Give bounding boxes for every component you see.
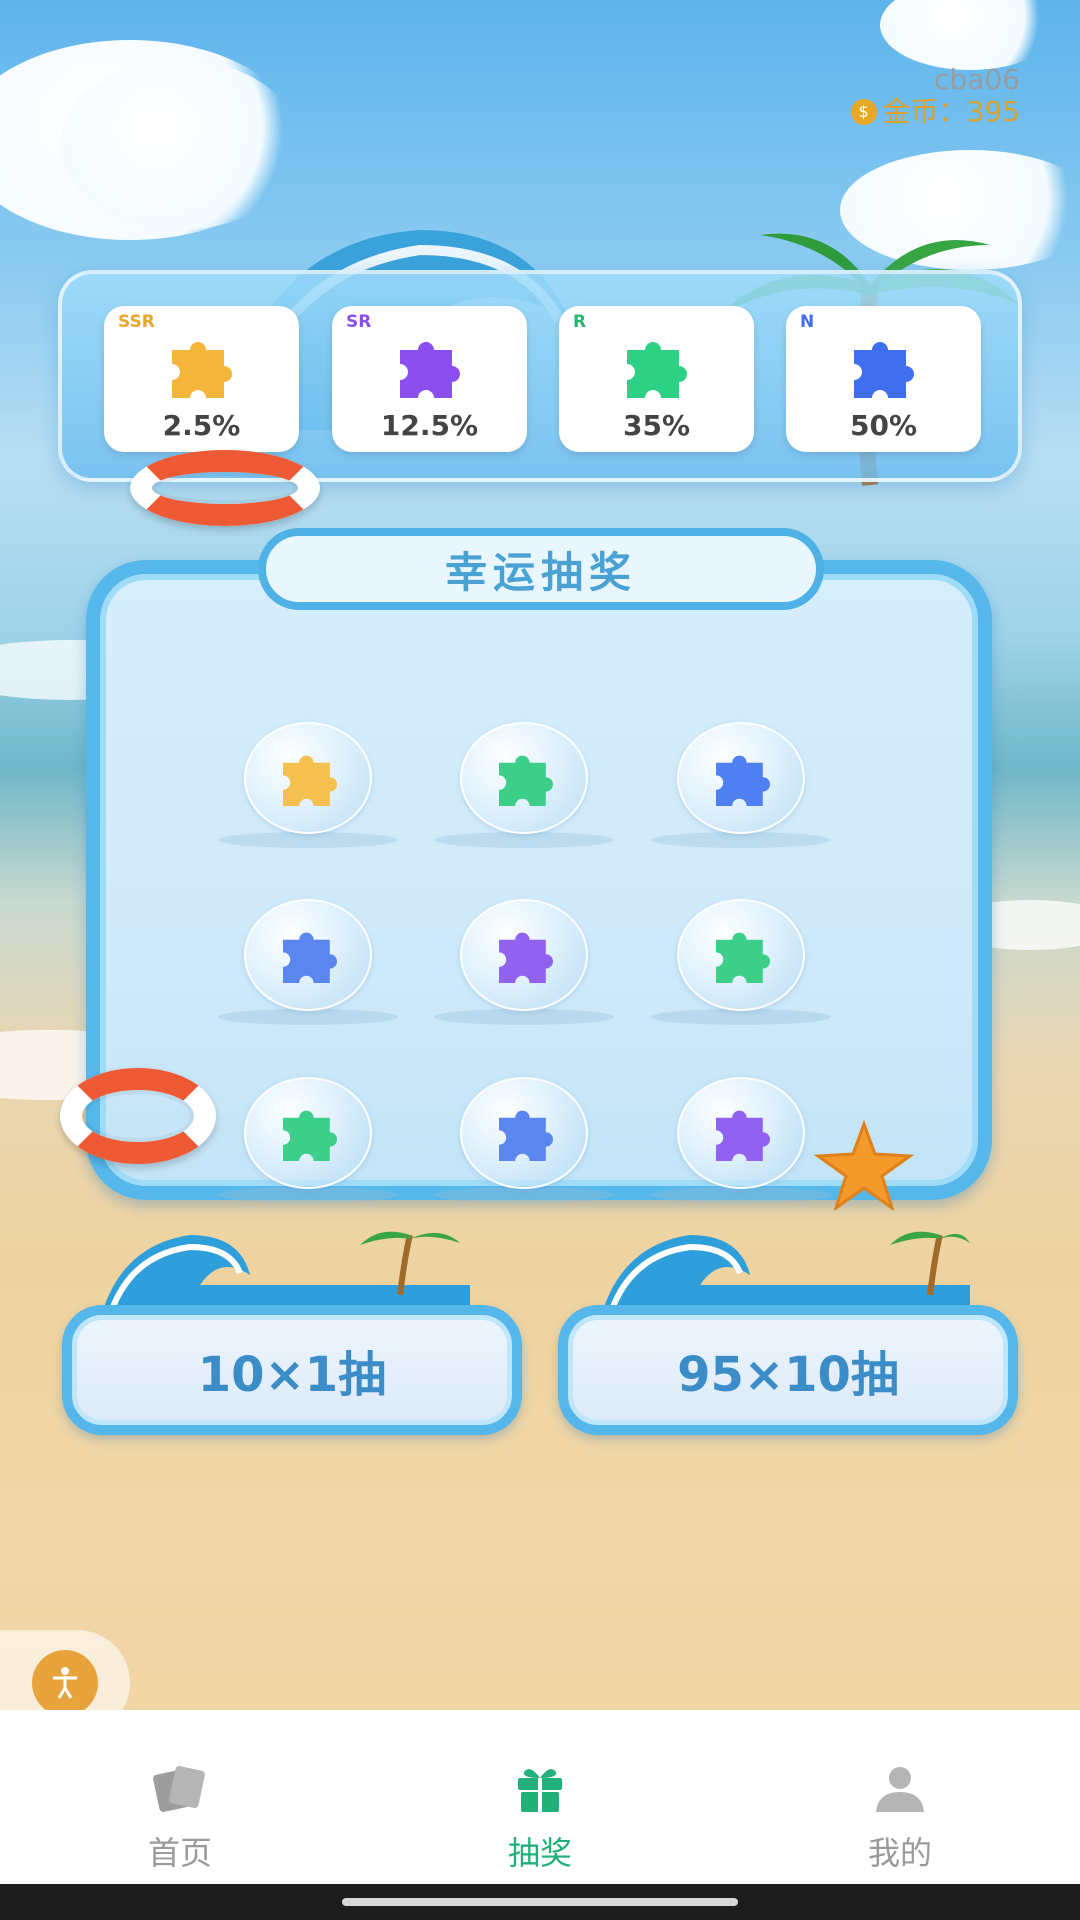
bubble-shadow xyxy=(434,832,614,848)
puzzle-piece-icon xyxy=(854,342,914,398)
puzzle-piece-icon xyxy=(283,1110,337,1161)
user-icon xyxy=(876,1767,924,1812)
puzzle-piece-icon xyxy=(627,342,687,398)
prize-bubble xyxy=(677,722,805,834)
prize-bubble xyxy=(244,722,372,834)
rate-tier: SSR xyxy=(118,312,155,332)
money-bag-icon: $ xyxy=(850,99,877,125)
rate-value: 2.5% xyxy=(162,409,241,442)
puzzle-piece-icon xyxy=(283,932,337,983)
bubble-shadow xyxy=(434,1187,614,1203)
puzzle-piece-icon xyxy=(499,1110,553,1161)
rate-card-n: N 50% xyxy=(786,306,981,452)
puzzle-piece-icon xyxy=(400,342,460,398)
rate-card-sr: SR 12.5% xyxy=(332,306,527,452)
draw-once-button[interactable]: 10×1抽 xyxy=(62,1305,522,1435)
prize-bubble xyxy=(677,1077,805,1189)
prize-bubble xyxy=(460,899,588,1011)
rate-value: 50% xyxy=(849,409,918,442)
cloud xyxy=(880,0,1060,70)
person-icon xyxy=(53,1667,77,1699)
rate-card-r: R 35% xyxy=(559,306,754,452)
rate-value: 35% xyxy=(622,409,691,442)
tab-draw-label: 抽奖 xyxy=(507,1834,572,1872)
rate-tier: R xyxy=(573,312,587,332)
username: cba06 xyxy=(934,63,1020,96)
prize-bubble xyxy=(460,722,588,834)
draw-ten-button[interactable]: 95×10抽 xyxy=(558,1305,1018,1435)
puzzle-piece-icon xyxy=(716,755,770,806)
home-indicator[interactable] xyxy=(342,1898,738,1906)
puzzle-piece-icon xyxy=(499,755,553,806)
bubble-shadow xyxy=(218,832,398,848)
prize-bubble xyxy=(460,1077,588,1189)
puzzle-piece-icon xyxy=(283,755,337,806)
puzzle-piece-icon xyxy=(716,932,770,983)
prize-bubble xyxy=(677,899,805,1011)
starfish-decoration xyxy=(814,1120,914,1210)
coin-balance-label: 金币：395 xyxy=(882,95,1020,128)
puzzle-piece-icon xyxy=(716,1110,770,1161)
bubble-shadow xyxy=(218,1187,398,1203)
tab-mine-label: 我的 xyxy=(867,1834,932,1872)
prize-bubble xyxy=(244,1077,372,1189)
bubble-shadow xyxy=(218,1009,398,1025)
coin-balance: $ 金币：395 xyxy=(850,95,1020,128)
prize-bubble xyxy=(244,899,372,1011)
accessibility-icon[interactable] xyxy=(32,1650,98,1716)
tab-home-label: 首页 xyxy=(147,1834,212,1872)
rate-tier: SR xyxy=(346,312,372,332)
life-ring-decoration xyxy=(60,1068,216,1164)
bubble-shadow xyxy=(651,1009,831,1025)
bottom-tab-bar: 首页 抽奖 我的 xyxy=(0,1710,1080,1884)
tab-home[interactable]: 首页 xyxy=(0,1710,360,1884)
cards-icon xyxy=(153,1766,205,1812)
puzzle-piece-icon xyxy=(172,342,232,398)
life-ring-decoration xyxy=(130,450,320,526)
rate-card-ssr: SSR 2.5% xyxy=(104,306,299,452)
gift-icon xyxy=(518,1769,562,1812)
bubble-shadow xyxy=(434,1009,614,1025)
bubble-shadow xyxy=(651,1187,831,1203)
bubble-shadow xyxy=(651,832,831,848)
lottery-board xyxy=(86,560,992,1203)
user-info: cba06 $ 金币：395 xyxy=(850,63,1020,128)
tab-draw[interactable]: 抽奖 xyxy=(360,1710,720,1884)
puzzle-piece-icon xyxy=(499,932,553,983)
system-navigation-bar xyxy=(0,1884,1080,1920)
rate-value: 12.5% xyxy=(380,409,479,442)
lottery-title: 幸运抽奖 xyxy=(258,528,824,610)
rate-tier: N xyxy=(800,312,815,332)
tab-mine[interactable]: 我的 xyxy=(720,1710,1080,1884)
